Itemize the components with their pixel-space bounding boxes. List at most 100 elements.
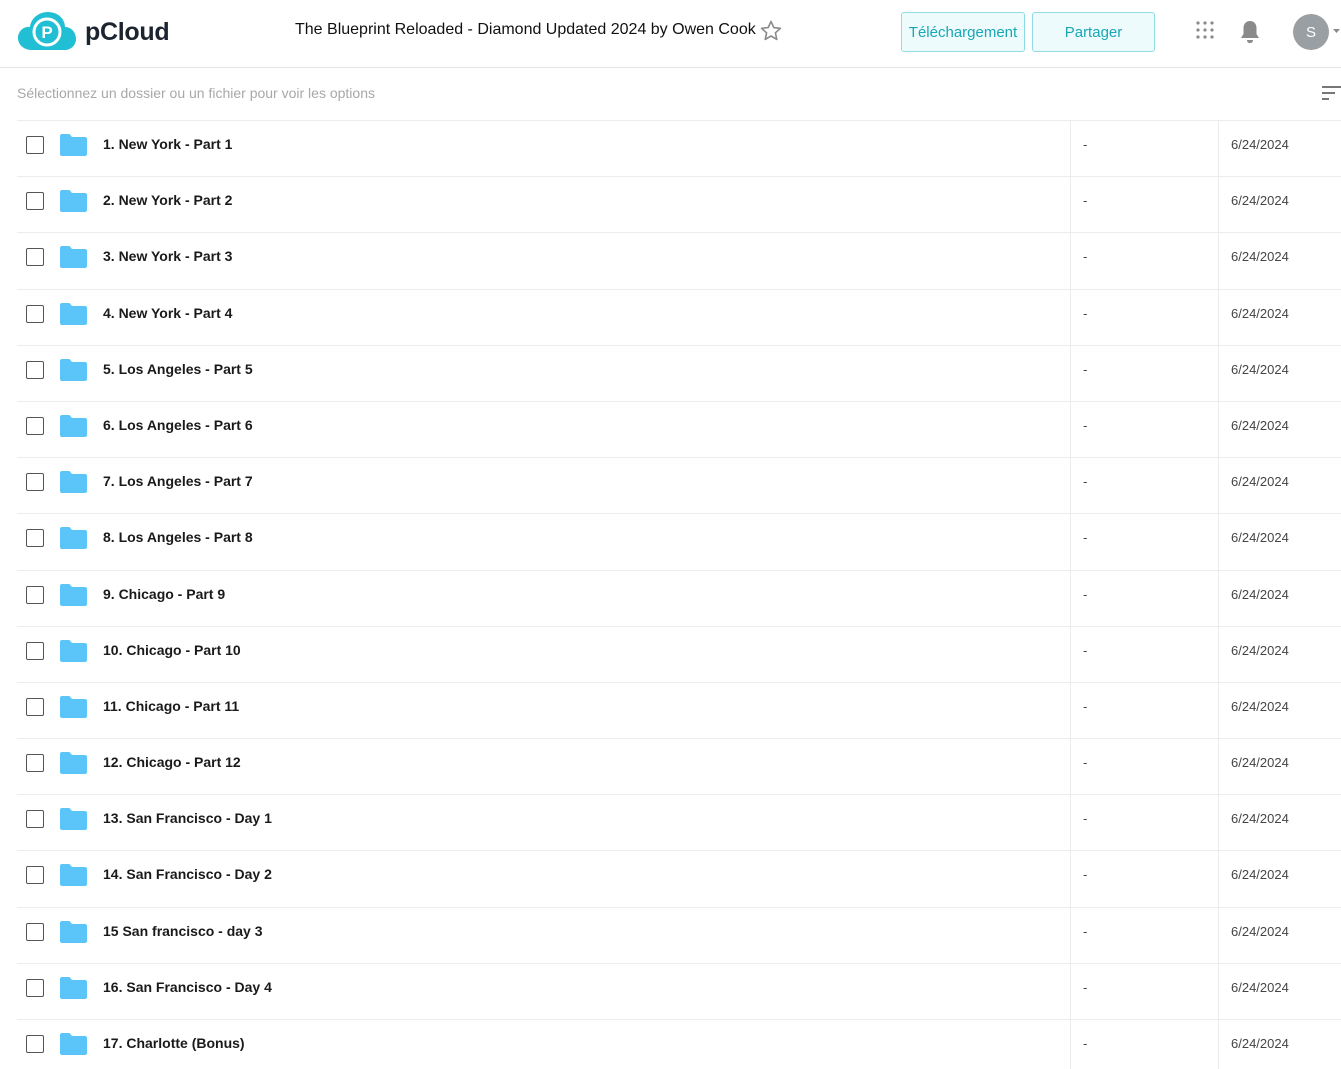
selection-toolbar: Sélectionnez un dossier ou un fichier po…	[17, 68, 1341, 121]
folder-icon	[60, 414, 87, 437]
file-size: -	[1083, 249, 1088, 265]
file-date: 6/24/2024	[1231, 137, 1289, 152]
file-size-cell: -	[1070, 289, 1218, 345]
row-checkbox[interactable]	[26, 585, 44, 604]
file-size: -	[1083, 979, 1088, 995]
file-row[interactable]: 13. San Francisco - Day 1 - 6/24/2024	[17, 795, 1341, 852]
file-date: 6/24/2024	[1231, 979, 1289, 995]
file-size-cell: -	[1070, 514, 1218, 570]
row-checkbox[interactable]	[26, 641, 44, 660]
file-name[interactable]: 10. Chicago - Part 10	[103, 642, 241, 658]
file-date: 6/24/2024	[1231, 474, 1289, 490]
folder-icon	[60, 527, 87, 550]
file-row[interactable]: 12. Chicago - Part 12 - 6/24/2024	[17, 739, 1341, 796]
row-checkbox[interactable]	[26, 697, 44, 716]
file-size-cell: -	[1070, 907, 1218, 963]
avatar[interactable]: S	[1293, 14, 1329, 50]
file-name[interactable]: 7. Los Angeles - Part 7	[103, 473, 253, 489]
apps-grid-icon[interactable]	[1195, 20, 1219, 44]
file-name[interactable]: 5. Los Angeles - Part 5	[103, 361, 253, 377]
file-row[interactable]: 14. San Francisco - Day 2 - 6/24/2024	[17, 851, 1341, 908]
file-date: 6/24/2024	[1231, 417, 1289, 433]
file-size: -	[1083, 923, 1088, 939]
file-name[interactable]: 8. Los Angeles - Part 8	[103, 529, 253, 545]
file-date: 6/24/2024	[1231, 361, 1289, 377]
folder-icon	[60, 190, 87, 213]
file-row[interactable]: 17. Charlotte (Bonus) - 6/24/2024	[17, 1020, 1341, 1069]
file-name[interactable]: 9. Chicago - Part 9	[103, 586, 225, 602]
folder-icon	[60, 695, 87, 718]
svg-text:P: P	[41, 23, 52, 42]
file-name[interactable]: 1. New York - Part 1	[103, 136, 232, 152]
file-row[interactable]: 16. San Francisco - Day 4 - 6/24/2024	[17, 963, 1341, 1020]
file-date-cell: 6/24/2024	[1218, 177, 1341, 233]
file-row[interactable]: 4. New York - Part 4 - 6/24/2024	[17, 289, 1341, 346]
chevron-down-icon[interactable]	[1332, 27, 1341, 35]
file-name[interactable]: 12. Chicago - Part 12	[103, 754, 241, 770]
row-checkbox[interactable]	[26, 473, 44, 492]
row-checkbox[interactable]	[26, 978, 44, 997]
file-name[interactable]: 6. Los Angeles - Part 6	[103, 417, 253, 433]
file-date: 6/24/2024	[1231, 530, 1289, 546]
file-row[interactable]: 1. New York - Part 1 - 6/24/2024	[17, 121, 1341, 178]
row-checkbox[interactable]	[26, 810, 44, 829]
row-checkbox[interactable]	[26, 866, 44, 885]
row-checkbox[interactable]	[26, 136, 44, 154]
file-row[interactable]: 5. Los Angeles - Part 5 - 6/24/2024	[17, 345, 1341, 402]
sort-icon[interactable]	[1322, 84, 1341, 102]
row-checkbox[interactable]	[26, 304, 44, 323]
folder-icon	[60, 808, 87, 831]
row-checkbox[interactable]	[26, 248, 44, 267]
pcloud-logo-icon: P	[18, 12, 76, 50]
row-checkbox[interactable]	[26, 416, 44, 435]
star-icon[interactable]	[759, 19, 783, 43]
row-checkbox[interactable]	[26, 529, 44, 548]
file-name[interactable]: 2. New York - Part 2	[103, 192, 232, 208]
file-row[interactable]: 8. Los Angeles - Part 8 - 6/24/2024	[17, 514, 1341, 571]
brand-name: pCloud	[85, 17, 170, 46]
file-size: -	[1083, 193, 1088, 209]
folder-icon	[60, 246, 87, 269]
file-size: -	[1083, 417, 1088, 433]
file-row[interactable]: 2. New York - Part 2 - 6/24/2024	[17, 177, 1341, 234]
file-name[interactable]: 14. San Francisco - Day 2	[103, 866, 272, 882]
file-size-cell: -	[1070, 233, 1218, 289]
file-size-cell: -	[1070, 121, 1218, 177]
file-row[interactable]: 9. Chicago - Part 9 - 6/24/2024	[17, 570, 1341, 627]
folder-icon	[60, 639, 87, 662]
row-checkbox[interactable]	[26, 192, 44, 211]
share-button[interactable]: Partager	[1032, 12, 1155, 52]
top-header: P pCloud The Blueprint Reloaded - Diamon…	[0, 0, 1341, 68]
file-name[interactable]: 16. San Francisco - Day 4	[103, 979, 272, 995]
file-row[interactable]: 7. Los Angeles - Part 7 - 6/24/2024	[17, 458, 1341, 515]
file-row[interactable]: 11. Chicago - Part 11 - 6/24/2024	[17, 682, 1341, 740]
file-size-cell: -	[1070, 682, 1218, 739]
file-name[interactable]: 13. San Francisco - Day 1	[103, 810, 272, 826]
file-size: -	[1083, 755, 1088, 771]
bell-icon[interactable]	[1238, 19, 1262, 45]
file-name[interactable]: 4. New York - Part 4	[103, 305, 232, 321]
row-checkbox[interactable]	[26, 1035, 44, 1053]
file-row[interactable]: 15 San francisco - day 3 - 6/24/2024	[17, 907, 1341, 964]
file-name[interactable]: 3. New York - Part 3	[103, 248, 232, 264]
row-checkbox[interactable]	[26, 360, 44, 379]
file-row[interactable]: 6. Los Angeles - Part 6 - 6/24/2024	[17, 401, 1341, 459]
row-checkbox[interactable]	[26, 922, 44, 941]
file-name[interactable]: 11. Chicago - Part 11	[103, 698, 239, 714]
file-row[interactable]: 3. New York - Part 3 - 6/24/2024	[17, 233, 1341, 290]
file-date-cell: 6/24/2024	[1218, 514, 1341, 570]
file-name[interactable]: 17. Charlotte (Bonus)	[103, 1035, 245, 1051]
file-size-cell: -	[1070, 401, 1218, 458]
file-size-cell: -	[1070, 458, 1218, 514]
folder-icon	[60, 752, 87, 775]
folder-icon	[60, 302, 87, 325]
file-row[interactable]: 10. Chicago - Part 10 - 6/24/2024	[17, 626, 1341, 683]
file-name[interactable]: 15 San francisco - day 3	[103, 923, 263, 939]
download-button[interactable]: Téléchargement	[901, 12, 1025, 52]
pcloud-logo[interactable]: P pCloud	[18, 12, 170, 52]
file-date-cell: 6/24/2024	[1218, 289, 1341, 345]
file-date-cell: 6/24/2024	[1218, 1020, 1341, 1069]
file-date: 6/24/2024	[1231, 755, 1289, 771]
row-checkbox[interactable]	[26, 754, 44, 773]
folder-icon	[60, 358, 87, 381]
